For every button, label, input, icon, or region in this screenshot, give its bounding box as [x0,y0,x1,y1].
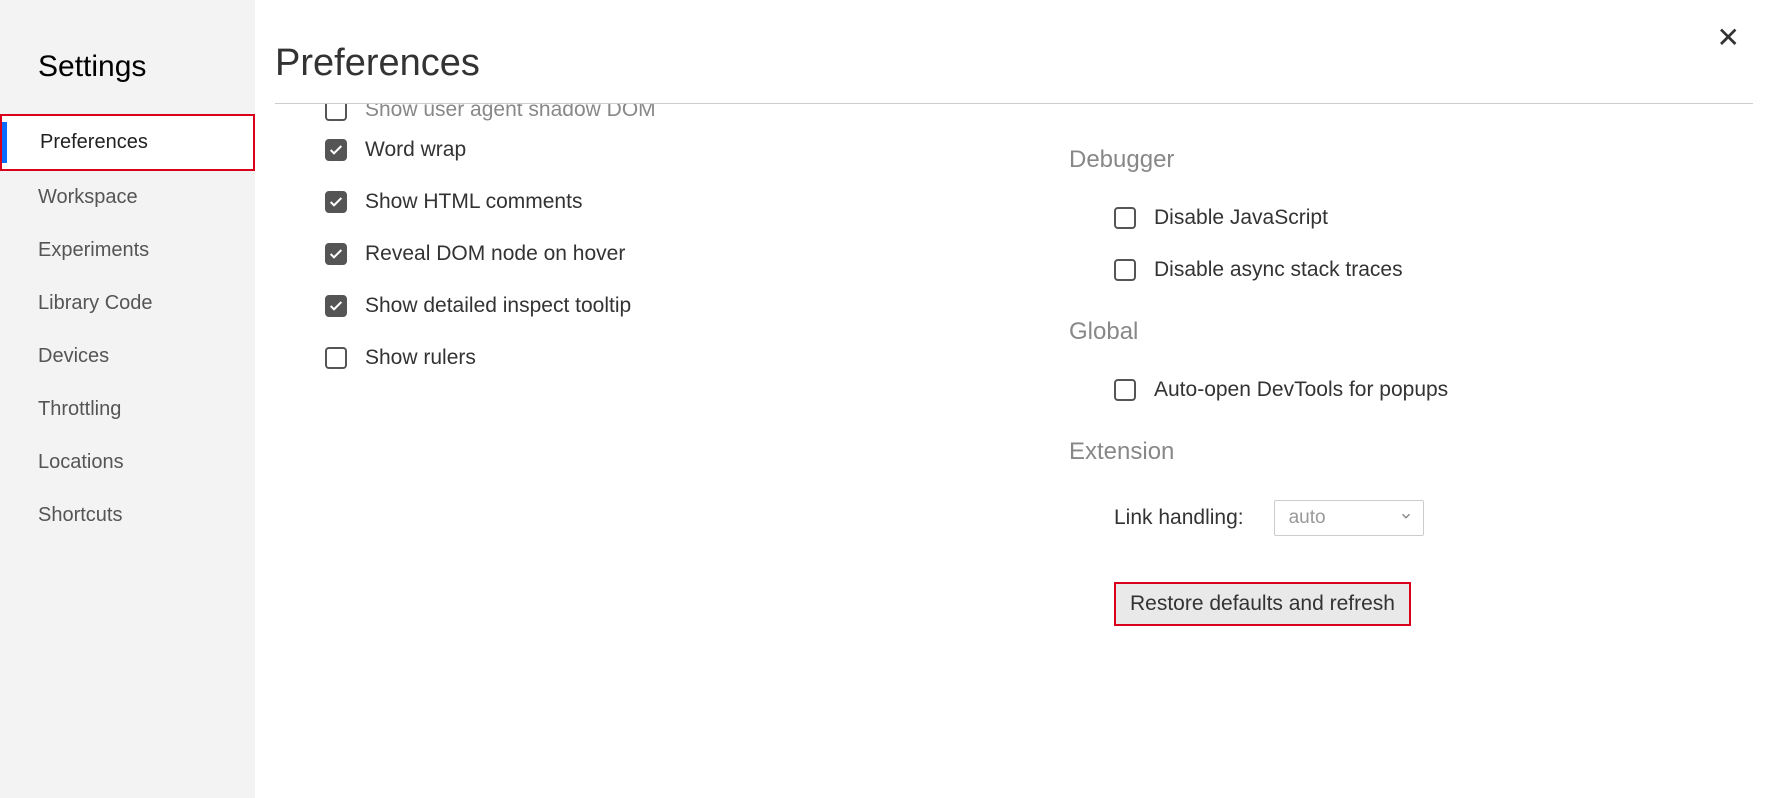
sidebar-item-locations[interactable]: Locations [0,436,255,489]
setting-label: Show user agent shadow DOM [365,104,656,122]
checkbox[interactable] [325,347,347,369]
checkbox[interactable] [325,191,347,213]
setting-show-html-comments[interactable]: Show HTML comments [325,176,1009,228]
sidebar-item-experiments[interactable]: Experiments [0,224,255,277]
sidebar-item-label: Library Code [38,292,153,314]
checkbox[interactable] [325,104,347,121]
setting-disable-javascript[interactable]: Disable JavaScript [1069,192,1753,244]
setting-show-detailed-inspect-tooltip[interactable]: Show detailed inspect tooltip [325,280,1009,332]
sidebar-item-devices[interactable]: Devices [0,330,255,383]
settings-sidebar: Settings Preferences Workspace Experimen… [0,0,255,798]
chevron-down-icon [1399,507,1413,529]
preferences-scroll-region[interactable]: Show user agent shadow DOM Word wrap Sho… [275,104,1753,798]
checkbox[interactable] [1114,379,1136,401]
close-icon: ✕ [1717,22,1740,53]
main-panel: ✕ Preferences Show user agent shadow DOM… [255,0,1773,798]
checkbox[interactable] [1114,207,1136,229]
sidebar-item-label: Preferences [40,131,148,153]
page-title: Preferences [275,0,1753,104]
sidebar-item-label: Locations [38,451,124,473]
setting-label: Word wrap [365,138,466,162]
checkbox[interactable] [325,139,347,161]
setting-label: Auto-open DevTools for popups [1154,378,1448,402]
sidebar-item-shortcuts[interactable]: Shortcuts [0,489,255,542]
field-label: Link handling: [1114,506,1244,530]
section-header-extension: Extension [1069,438,1753,466]
setting-label: Show detailed inspect tooltip [365,294,631,318]
setting-label: Disable JavaScript [1154,206,1328,230]
sidebar-item-library-code[interactable]: Library Code [0,277,255,330]
sidebar-item-label: Throttling [38,398,121,420]
setting-disable-async-stack-traces[interactable]: Disable async stack traces [1069,244,1753,296]
select-value: auto [1289,507,1326,529]
checkbox[interactable] [1114,259,1136,281]
right-column: Debugger Disable JavaScript Disable asyn… [1069,104,1753,656]
setting-show-user-agent-shadow-dom[interactable]: Show user agent shadow DOM [325,104,1009,124]
setting-word-wrap[interactable]: Word wrap [325,124,1009,176]
sidebar-item-label: Devices [38,345,109,367]
setting-label: Show rulers [365,346,476,370]
field-link-handling: Link handling: auto [1069,484,1753,552]
sidebar-item-preferences[interactable]: Preferences [0,114,255,171]
checkbox[interactable] [325,295,347,317]
setting-label: Reveal DOM node on hover [365,242,625,266]
sidebar-item-label: Shortcuts [38,504,122,526]
sidebar-item-throttling[interactable]: Throttling [0,383,255,436]
restore-defaults-button[interactable]: Restore defaults and refresh [1114,582,1411,626]
setting-label: Disable async stack traces [1154,258,1403,282]
setting-auto-open-devtools-for-popups[interactable]: Auto-open DevTools for popups [1069,364,1753,416]
link-handling-select[interactable]: auto [1274,500,1424,536]
setting-reveal-dom-node-on-hover[interactable]: Reveal DOM node on hover [325,228,1009,280]
section-header-debugger: Debugger [1069,146,1753,174]
left-column: Show user agent shadow DOM Word wrap Sho… [275,104,1009,656]
section-header-global: Global [1069,318,1753,346]
setting-label: Show HTML comments [365,190,582,214]
sidebar-item-label: Workspace [38,186,138,208]
sidebar-item-workspace[interactable]: Workspace [0,171,255,224]
setting-show-rulers[interactable]: Show rulers [325,332,1009,384]
close-button[interactable]: ✕ [1709,20,1748,56]
sidebar-title: Settings [0,50,255,114]
checkbox[interactable] [325,243,347,265]
sidebar-item-label: Experiments [38,239,149,261]
